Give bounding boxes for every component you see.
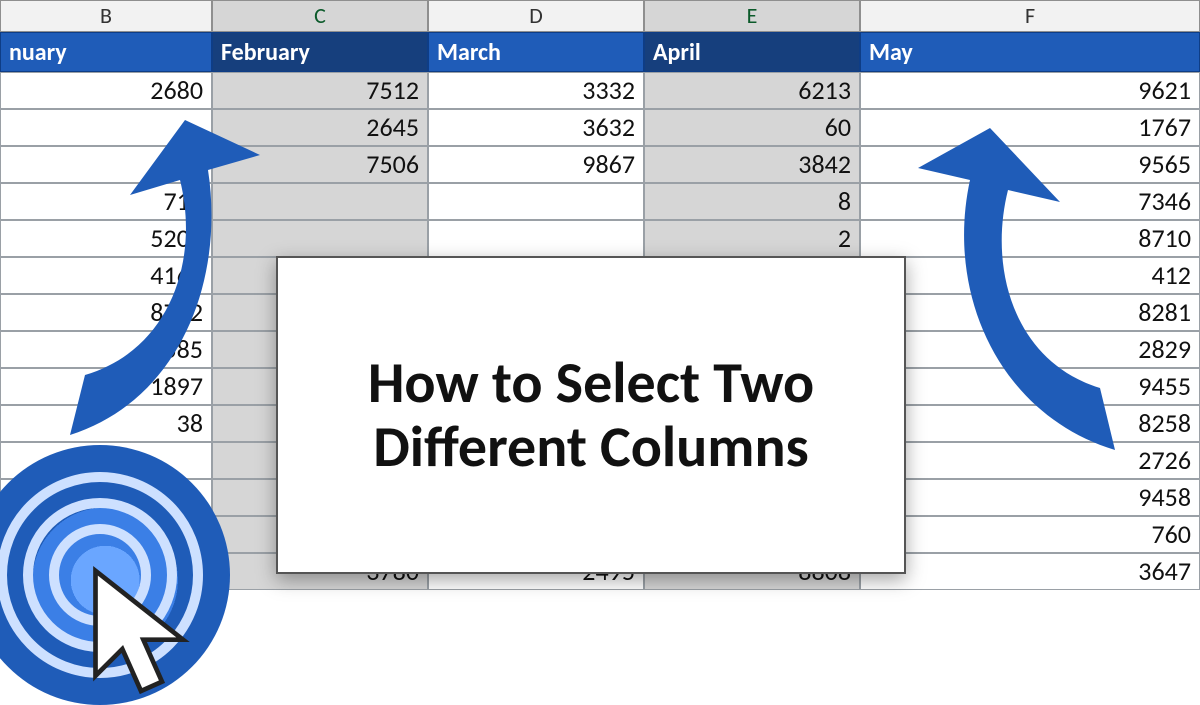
cell-f[interactable]: 9458 — [860, 479, 1200, 516]
col-header-e[interactable]: E — [644, 0, 860, 32]
month-may[interactable]: May — [860, 32, 1200, 72]
month-march[interactable]: March — [428, 32, 644, 72]
column-header-row: B C D E F — [0, 0, 1200, 32]
cell-f[interactable]: 9621 — [860, 72, 1200, 109]
cell-d[interactable]: 3332 — [428, 72, 644, 109]
tutorial-title-text: How to Select Two Different Columns — [302, 351, 880, 479]
cell-e[interactable]: 60 — [644, 109, 860, 146]
month-april[interactable]: April — [644, 32, 860, 72]
arrow-left-icon — [30, 100, 260, 460]
cell-e[interactable]: 3842 — [644, 146, 860, 183]
month-header-row: nuary February March April May — [0, 32, 1200, 72]
cell-e[interactable]: 2 — [644, 220, 860, 257]
cell-d[interactable] — [428, 183, 644, 220]
col-header-b[interactable]: B — [0, 0, 212, 32]
cell-d[interactable] — [428, 220, 644, 257]
cell-f[interactable]: 760 — [860, 516, 1200, 553]
col-header-c[interactable]: C — [212, 0, 428, 32]
arrow-right-icon — [910, 110, 1160, 470]
col-header-d[interactable]: D — [428, 0, 644, 32]
month-february[interactable]: February — [212, 32, 428, 72]
month-january[interactable]: nuary — [0, 32, 212, 72]
cell-d[interactable]: 3632 — [428, 109, 644, 146]
col-header-f[interactable]: F — [860, 0, 1200, 32]
cell-d[interactable]: 9867 — [428, 146, 644, 183]
tutorial-title-card: How to Select Two Different Columns — [276, 256, 906, 574]
cell-e[interactable]: 6213 — [644, 72, 860, 109]
cursor-icon — [88, 565, 208, 705]
cell-f[interactable]: 3647 — [860, 553, 1200, 590]
cell-e[interactable]: 8 — [644, 183, 860, 220]
channel-logo — [0, 445, 230, 705]
